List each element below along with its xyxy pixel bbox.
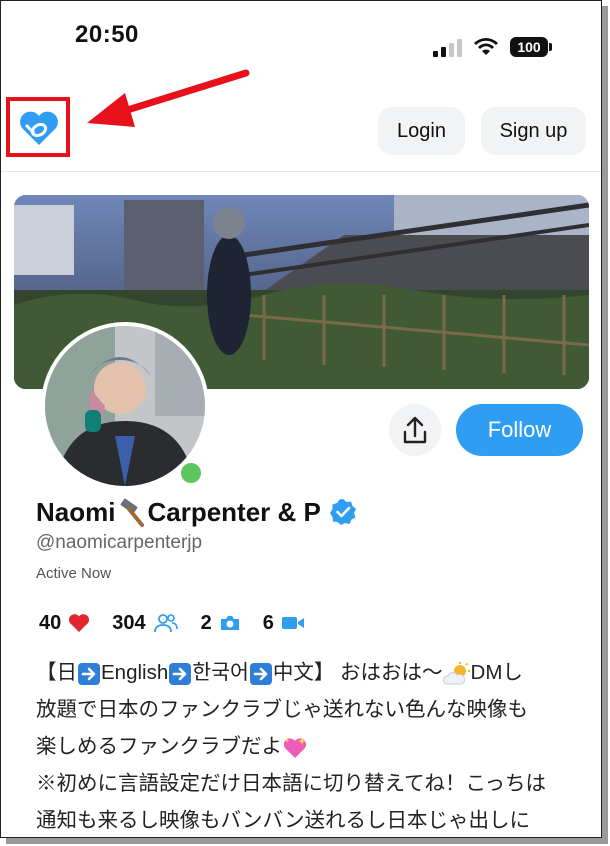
active-status: Active Now (36, 565, 112, 582)
avatar[interactable] (45, 326, 205, 486)
stat-likes: 40 (39, 612, 90, 635)
bio-text: English (101, 661, 169, 684)
bio-text: 【日 (36, 661, 77, 684)
camera-icon (220, 616, 239, 630)
cellular-signal-icon (433, 37, 465, 57)
profile-name-rest: Carpenter & P (147, 496, 321, 527)
verified-icon (329, 499, 356, 525)
profile-bio: 【日 English 한국어 中文】 おはおは〜 DMし 放題で日本のファンクラブじゃ送… (36, 654, 591, 837)
stat-photos: 2 (201, 612, 241, 635)
bio-line-3: 楽しめるファンクラブだよ (36, 728, 591, 765)
arrow-right-icon (169, 662, 192, 685)
status-time: 20:50 (75, 21, 139, 48)
bio-line-1: 【日 English 한국어 中文】 おはおは〜 DMし (36, 654, 591, 691)
status-bar: 20:50 100 (1, 1, 601, 71)
logo-highlight-box[interactable] (6, 97, 70, 157)
hammer-icon (121, 498, 145, 527)
bio-text: DMし (470, 661, 523, 684)
sparkle-heart-icon (283, 736, 307, 758)
bio-line-4: ※初めに言語設定だけ日本語に切り替えてね！こっちは (36, 772, 547, 795)
login-button[interactable]: Login (378, 107, 465, 155)
online-indicator (178, 460, 204, 486)
wifi-icon (474, 38, 498, 55)
signup-button[interactable]: Sign up (481, 107, 586, 155)
follow-button[interactable]: Follow (456, 404, 583, 456)
videos-count: 6 (262, 611, 274, 634)
bio-line-2: 放題で日本のファンクラブじゃ送れない色んな映像も (36, 698, 528, 721)
share-button[interactable] (389, 404, 441, 456)
battery-tip (549, 43, 552, 51)
stats-row: 40 304 2 6 (39, 609, 327, 637)
bio-line-5: 通知も来るし映像もバンバン送れるし日本じゃ出しに (36, 809, 531, 832)
stat-followers: 304 (112, 612, 178, 635)
arrow-right-icon (78, 662, 100, 685)
phone-screen: 20:50 100 Login Sign up Follow Naomi Car… (0, 0, 602, 838)
heart-icon (69, 614, 90, 632)
stat-videos: 6 (263, 612, 305, 635)
likes-count: 40 (39, 611, 62, 634)
profile-handle: @naomicarpenterjp (36, 532, 203, 553)
annotation-arrow (87, 69, 250, 127)
video-icon (281, 617, 304, 629)
photos-count: 2 (200, 611, 212, 634)
followers-count: 304 (112, 611, 146, 634)
logo-icon (20, 111, 58, 145)
bio-text: 楽しめるファンクラブだよ (36, 735, 282, 758)
arrow-right-icon (249, 662, 272, 685)
people-icon (153, 614, 178, 633)
sun-cloud-icon (442, 661, 470, 685)
bio-text: 中文】 おはおは〜 (272, 661, 443, 684)
share-icon (403, 416, 427, 444)
battery-indicator: 100 (510, 37, 548, 57)
profile-name-row: Naomi Carpenter & P (36, 495, 357, 529)
bio-text: 한국어 (192, 661, 249, 684)
profile-name-first: Naomi (36, 496, 116, 527)
